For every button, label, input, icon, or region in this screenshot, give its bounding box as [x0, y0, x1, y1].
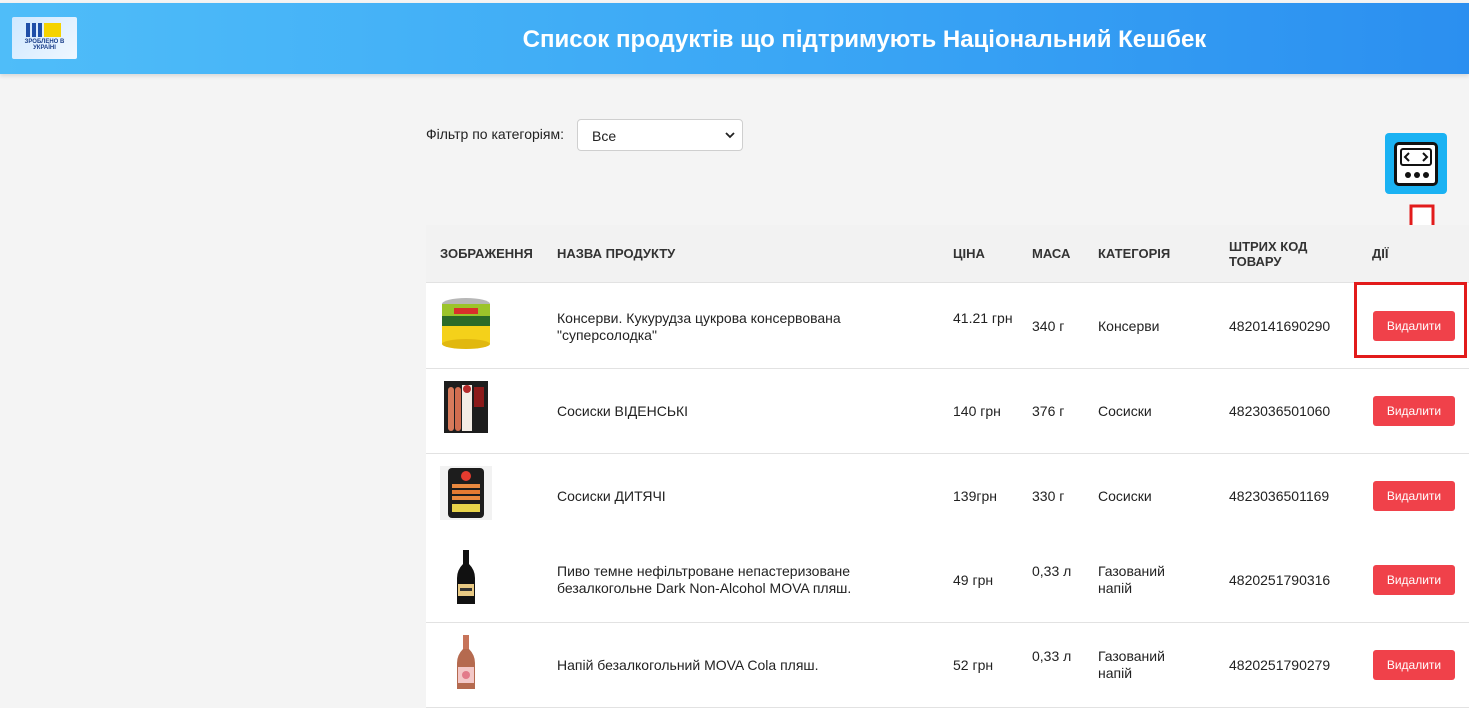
product-category: Консерви [1098, 318, 1160, 334]
product-category: Газований напій [1098, 563, 1165, 596]
product-barcode: 4820251790279 [1229, 657, 1331, 673]
delete-button[interactable]: Видалити [1373, 565, 1455, 595]
sausage-pack-image [440, 381, 492, 435]
product-price: 139грн [953, 488, 997, 504]
column-header-image: Зображення [440, 246, 533, 261]
product-barcode: 4823036501060 [1229, 403, 1331, 419]
delete-button-highlight-annotation [1354, 282, 1467, 358]
category-filter-select[interactable]: Все [577, 119, 743, 151]
column-header-mass: Маса [1032, 246, 1071, 261]
product-name: Напій безалкогольний MOVA Cola пляш. [557, 657, 819, 673]
table-row: Напій безалкогольний MOVA Cola пляш. 52 … [426, 623, 1469, 708]
product-barcode: 4820141690290 [1229, 318, 1331, 334]
delete-button[interactable]: Видалити [1373, 650, 1455, 680]
corn-can-image [440, 296, 492, 350]
dark-beer-bottle-image [440, 550, 492, 604]
product-category: Газований напій [1098, 648, 1165, 681]
product-mass: 330 г [1032, 488, 1065, 504]
table-row: Сосиски ДИТЯЧІ 139грн 330 г Сосиски 4823… [426, 454, 1469, 539]
delete-button[interactable]: Видалити [1373, 396, 1455, 426]
products-table: Зображення Назва продукту Ціна Маса Кате… [426, 225, 1469, 708]
column-header-actions: Дії [1372, 246, 1389, 261]
page-title: Список продуктів що підтримують Націонал… [522, 26, 1207, 53]
delete-button[interactable]: Видалити [1373, 481, 1455, 511]
product-price: 49 грн [953, 572, 994, 588]
cola-bottle-image [440, 635, 492, 689]
product-category: Сосиски [1098, 488, 1152, 504]
chevron-down-icon [725, 132, 735, 139]
header-bar: ЗРОБЛЕНО В УКРАЇНІ Список продуктів що п… [0, 3, 1469, 74]
column-header-barcode: Штрих код товару [1229, 239, 1308, 269]
filter-label: Фільтр по категоріям: [426, 126, 564, 142]
table-row: Сосиски ВІДЕНСЬКІ 140 грн 376 г Сосиски … [426, 369, 1469, 454]
product-barcode: 4823036501169 [1229, 488, 1330, 504]
device-screen-icon[interactable] [1385, 133, 1447, 194]
product-name: Консерви. Кукурудза цукрова консервована… [557, 310, 841, 343]
table-row: Консерви. Кукурудза цукрова консервована… [426, 284, 1469, 369]
product-mass: 0,33 л [1032, 648, 1072, 664]
product-name: Пиво темне нефільтроване непастеризоване… [557, 563, 852, 596]
column-header-category: Категорія [1098, 246, 1171, 261]
product-category: Сосиски [1098, 403, 1152, 419]
product-price: 52 грн [953, 657, 994, 673]
product-price: 140 грн [953, 403, 1001, 419]
product-mass: 340 г [1032, 318, 1065, 334]
product-mass: 0,33 л [1032, 563, 1072, 579]
kids-sausage-pack-image [440, 466, 492, 520]
product-name: Сосиски ВІДЕНСЬКІ [557, 403, 689, 419]
product-barcode: 4820251790316 [1229, 572, 1331, 588]
column-header-name: Назва продукту [557, 246, 676, 261]
table-row: Пиво темне нефільтроване непастеризоване… [426, 538, 1469, 623]
product-price: 41.21 грн [953, 310, 1013, 326]
product-mass: 376 г [1032, 403, 1065, 419]
filter-selected-value: Все [592, 128, 617, 144]
table-header: Зображення Назва продукту Ціна Маса Кате… [426, 225, 1469, 283]
product-name: Сосиски ДИТЯЧІ [557, 488, 666, 504]
column-header-price: Ціна [953, 246, 985, 261]
